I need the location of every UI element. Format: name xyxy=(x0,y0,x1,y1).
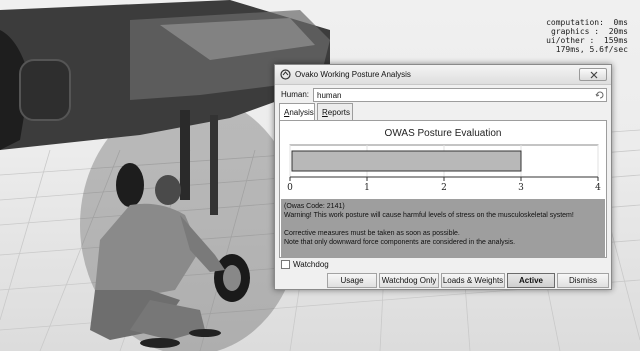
stats-line: computation: 0ms xyxy=(546,18,628,27)
x-tick-label: 1 xyxy=(364,183,370,193)
watchdog-label: Watchdog xyxy=(293,260,329,269)
dialog-title: Ovako Working Posture Analysis xyxy=(295,70,411,79)
tab-reports[interactable]: Reports xyxy=(317,103,353,120)
active-button[interactable]: Active xyxy=(507,273,555,288)
performance-stats: computation: 0ms graphics : 20ms ui/other … xyxy=(518,18,628,54)
message-line: Note that only downward force components… xyxy=(284,239,516,246)
clear-icon[interactable] xyxy=(595,90,605,100)
posture-analysis-dialog: Ovako Working Posture Analysis Human: hu… xyxy=(274,64,612,290)
analysis-panel: OWAS Posture Evaluation 01234 (Owas Code… xyxy=(279,120,607,258)
close-icon xyxy=(590,71,598,79)
owas-bar xyxy=(291,150,522,172)
wheel-back xyxy=(116,163,144,207)
dialog-titlebar[interactable]: Ovako Working Posture Analysis xyxy=(275,65,611,85)
human-row: Human: human xyxy=(279,88,607,102)
human-field[interactable]: human xyxy=(313,88,607,102)
close-button[interactable] xyxy=(579,68,607,81)
x-tick-label: 4 xyxy=(595,183,601,193)
human-label: Human: xyxy=(281,90,310,99)
stats-line: 179ms, 5.6f/sec xyxy=(555,45,628,54)
tab-analysis[interactable]: Analysis xyxy=(279,103,315,121)
message-area: (Owas Code: 2141) Warning! This work pos… xyxy=(281,199,605,257)
dismiss-button[interactable]: Dismiss xyxy=(557,273,609,288)
x-tick-label: 0 xyxy=(287,183,293,193)
x-tick-label: 3 xyxy=(518,183,524,193)
loads-weights-button[interactable]: Loads & Weights xyxy=(441,273,505,288)
stats-line: ui/other : 159ms xyxy=(546,36,628,45)
app-icon xyxy=(280,69,291,80)
watchdog-checkbox[interactable] xyxy=(281,260,290,269)
message-line: Warning! This work posture will cause ha… xyxy=(284,212,574,219)
owas-chart: 0 1 2 3 4 xyxy=(287,144,601,193)
x-tick-label: 2 xyxy=(441,183,447,193)
button-row: Usage Watchdog Only Loads & Weights Acti… xyxy=(279,273,609,288)
message-line: Corrective measures must be taken as soo… xyxy=(284,230,460,237)
usage-button[interactable]: Usage xyxy=(327,273,377,288)
stats-line: graphics : 20ms xyxy=(550,27,628,36)
watchdog-only-button[interactable]: Watchdog Only xyxy=(379,273,439,288)
message-line xyxy=(284,220,602,229)
message-line: (Owas Code: 2141) xyxy=(284,203,345,210)
